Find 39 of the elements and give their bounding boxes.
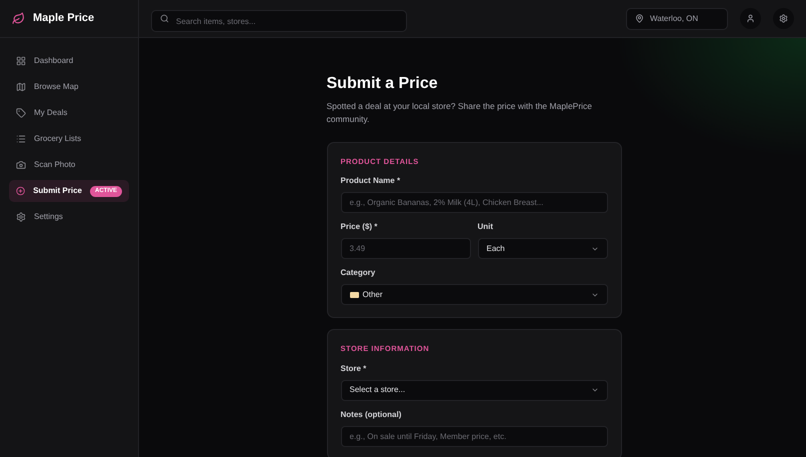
input-field[interactable]: e.g., On sale until Friday, Member price, etc.	[340, 426, 608, 446]
field-label: Price ($) *	[340, 222, 378, 232]
sidebar-item[interactable]: Browse Map	[9, 76, 129, 98]
field-label: Product Name *	[340, 176, 402, 186]
settings-button[interactable]	[773, 8, 794, 29]
sidebar-item[interactable]: Settings	[9, 206, 129, 228]
grid-icon	[16, 56, 26, 66]
select-field[interactable]: Select a store...	[340, 380, 608, 400]
search-field[interactable]: Search items, stores...	[151, 10, 407, 32]
sidebar-item[interactable]: My Deals	[9, 102, 129, 124]
field-label: Store *	[340, 364, 368, 374]
tag-icon	[16, 108, 26, 118]
settings-icon	[779, 14, 788, 23]
leaf-logo-icon	[12, 12, 25, 25]
field-label: Notes (optional)	[340, 410, 402, 420]
sidebar-item[interactable]: Grocery Lists	[9, 128, 129, 150]
profile-button[interactable]	[740, 8, 761, 29]
map-pin-icon	[635, 14, 644, 23]
input-field[interactable]: 3.49	[340, 238, 470, 260]
camera-icon	[16, 160, 26, 170]
chevron-icon	[590, 386, 598, 394]
brand-name: Maple Price	[33, 11, 94, 26]
settings-icon	[16, 212, 26, 222]
plus-circle-icon	[16, 186, 26, 196]
page-title: Submit a Price	[326, 74, 439, 94]
sidebar-item[interactable]: Scan Photo	[9, 154, 129, 176]
search-icon	[160, 14, 169, 23]
sidebar-item[interactable]: Dashboard	[9, 50, 129, 72]
user-icon	[746, 14, 755, 23]
select-field[interactable]: Each	[478, 238, 608, 260]
page-subtitle: Spotted a deal at your local store? Share the price with the MaplePrice community.	[326, 100, 594, 126]
location-field[interactable]: Waterloo, ON	[626, 8, 728, 30]
field-label: Unit	[478, 222, 494, 232]
ticket-icon	[350, 292, 358, 298]
select-field[interactable]: Other	[340, 284, 608, 306]
field-label: Category	[340, 268, 376, 278]
map-icon	[16, 82, 26, 92]
list-icon	[16, 134, 26, 144]
input-field[interactable]: e.g., Organic Bananas, 2% Milk (4L), Chicken Breast...	[340, 192, 608, 214]
